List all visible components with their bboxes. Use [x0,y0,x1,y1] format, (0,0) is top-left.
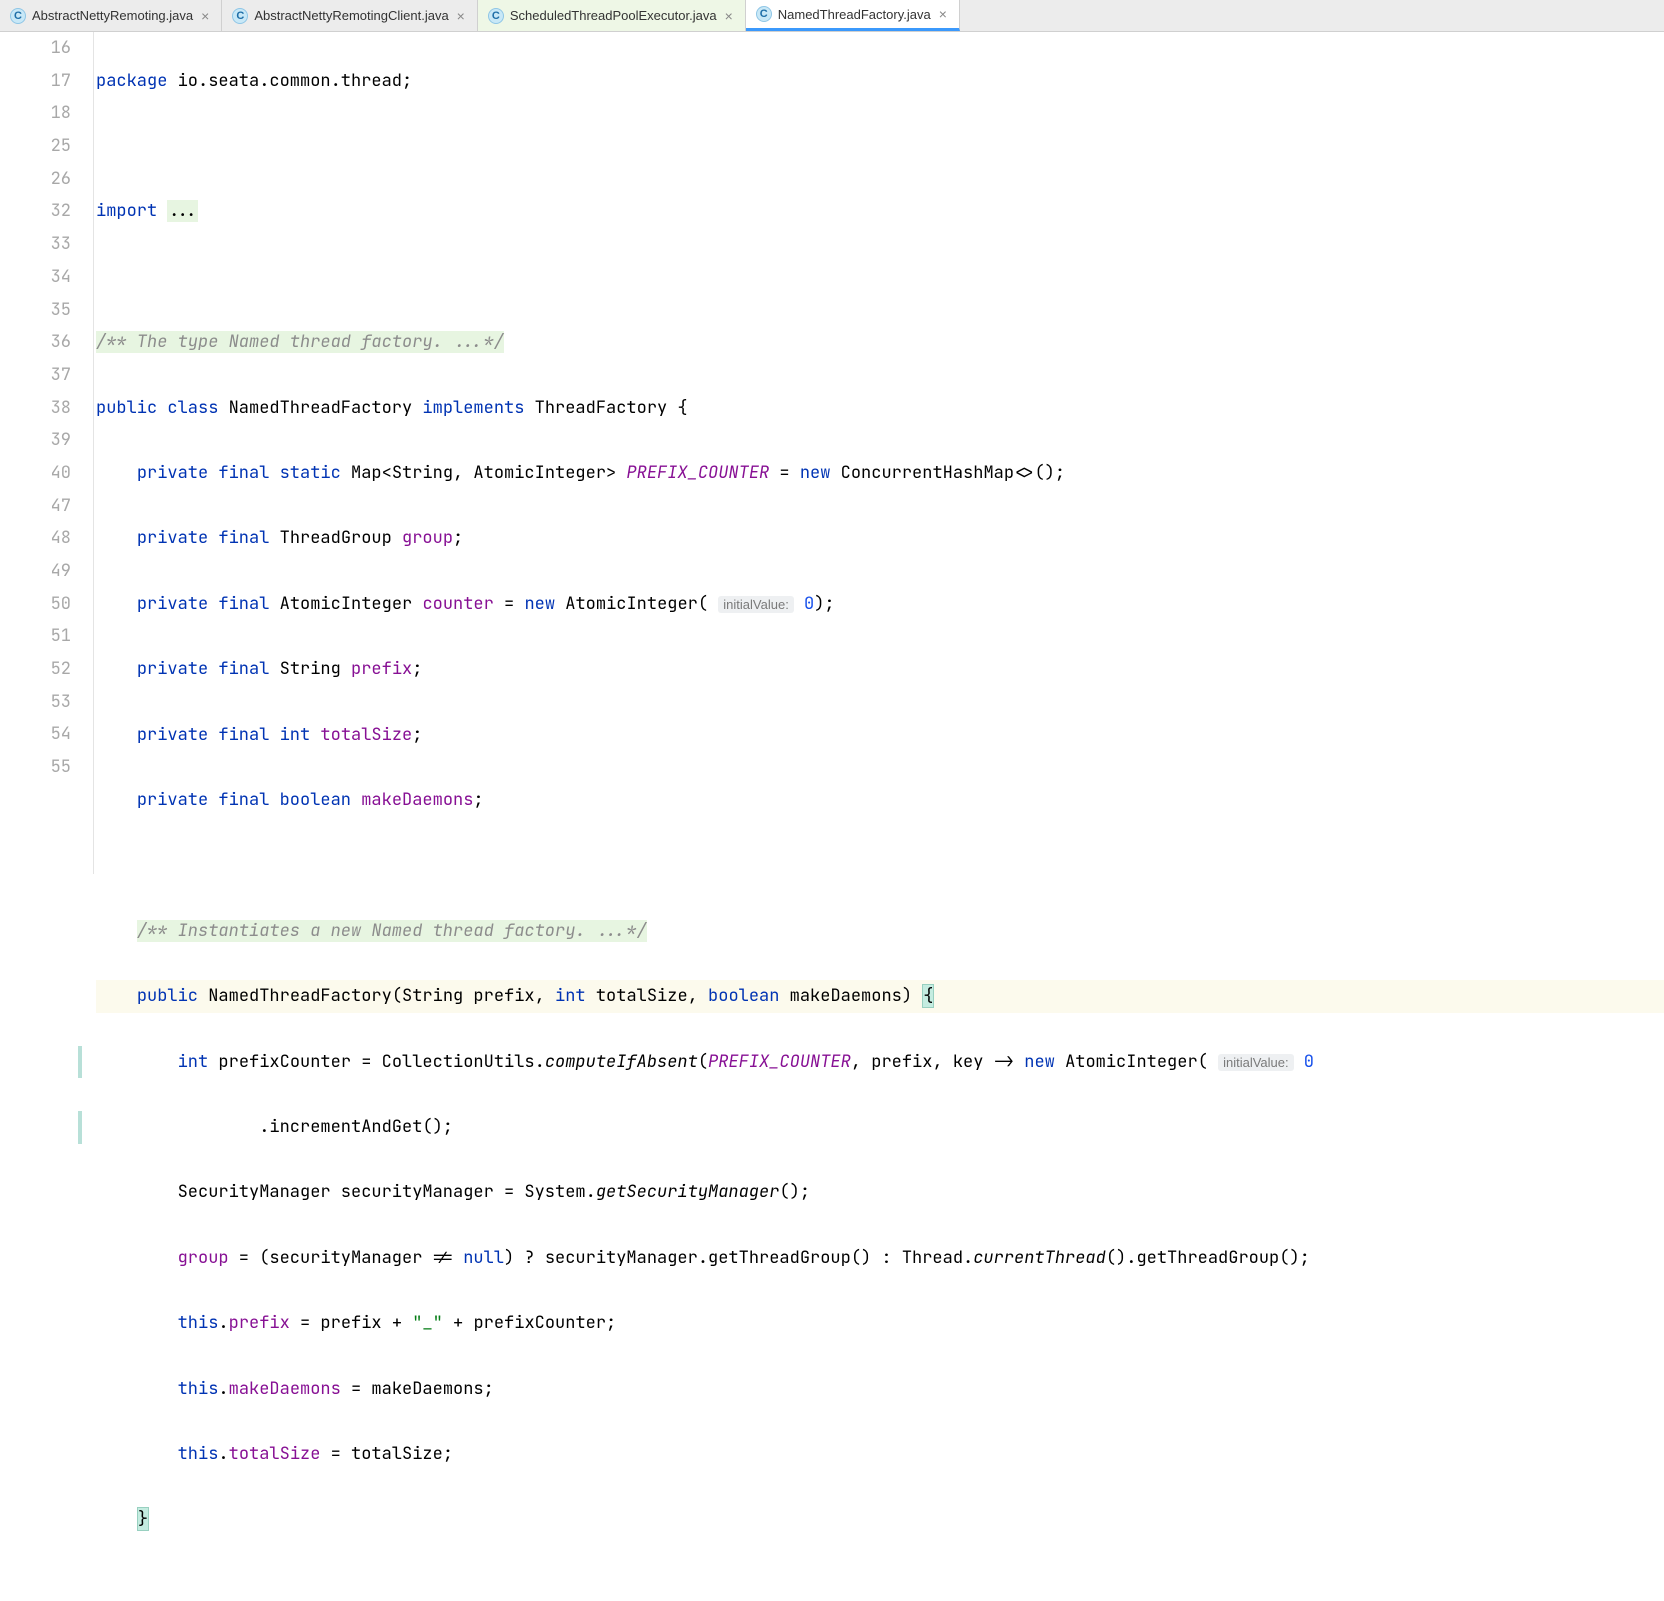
code-area[interactable]: package io.seata.common.thread; import .… [94,32,1664,874]
line-number: 18 [0,97,71,130]
code-line-current: public NamedThreadFactory(String prefix,… [96,980,1664,1013]
line-number: 55 [0,751,71,784]
line-number: 34 [0,261,71,294]
tab-3[interactable]: C NamedThreadFactory.java × [746,0,960,31]
close-icon[interactable]: × [455,8,467,24]
tab-2[interactable]: C ScheduledThreadPoolExecutor.java × [478,0,746,31]
code-line: public class NamedThreadFactory implemen… [96,392,1664,425]
line-number: 39 [0,424,71,457]
class-icon: C [10,8,26,24]
class-icon: C [488,8,504,24]
code-line: this.makeDaemons = makeDaemons; [96,1373,1664,1406]
line-number: 52 [0,653,71,686]
code-line: private final ThreadGroup group; [96,522,1664,555]
code-line: private final static Map<String, AtomicI… [96,457,1664,490]
tab-label: AbstractNettyRemoting.java [32,8,193,23]
code-line: import ... [96,195,1664,228]
editor-tabs: C AbstractNettyRemoting.java × C Abstrac… [0,0,1664,32]
line-number: 17 [0,65,71,98]
code-line [96,849,1664,882]
code-line: private final int totalSize; [96,719,1664,752]
code-line: private final String prefix; [96,653,1664,686]
line-number: 26 [0,163,71,196]
line-number: 49 [0,555,71,588]
code-editor[interactable]: 16 17 18 25 26 32 33 34 35 36 37 38 39 4… [0,32,1664,874]
line-number: 54 [0,718,71,751]
close-icon[interactable]: × [937,6,949,22]
line-number: 51 [0,620,71,653]
close-icon[interactable]: × [723,8,735,24]
line-number: 32 [0,195,71,228]
code-line: this.totalSize = totalSize; [96,1438,1664,1471]
code-line: /** Instantiates a new Named thread fact… [96,915,1664,948]
code-line: /** The type Named thread factory. ...*/ [96,326,1664,359]
line-number: 33 [0,228,71,261]
line-number: 38 [0,392,71,425]
line-number: 37 [0,359,71,392]
code-line: private final AtomicInteger counter = ne… [96,588,1664,621]
code-line [96,261,1664,294]
line-number: 48 [0,522,71,555]
code-line [96,130,1664,163]
close-icon[interactable]: × [199,8,211,24]
code-line: private final boolean makeDaemons; [96,784,1664,817]
line-number: 25 [0,130,71,163]
tab-0[interactable]: C AbstractNettyRemoting.java × [0,0,222,31]
line-number: 36 [0,326,71,359]
class-icon: C [756,6,772,22]
code-line: SecurityManager securityManager = System… [96,1176,1664,1209]
line-number: 40 [0,457,71,490]
code-line: int prefixCounter = CollectionUtils.comp… [96,1046,1664,1079]
line-number: 47 [0,490,71,523]
line-number: 53 [0,686,71,719]
tab-label: AbstractNettyRemotingClient.java [254,8,448,23]
tab-label: NamedThreadFactory.java [778,7,931,22]
code-line: } [96,1503,1664,1536]
code-line: .incrementAndGet(); [96,1111,1664,1144]
code-line: this.prefix = prefix + "_" + prefixCount… [96,1307,1664,1340]
line-number: 16 [0,32,71,65]
tab-1[interactable]: C AbstractNettyRemotingClient.java × [222,0,478,31]
tab-label: ScheduledThreadPoolExecutor.java [510,8,717,23]
line-number: 35 [0,294,71,327]
line-gutter: 16 17 18 25 26 32 33 34 35 36 37 38 39 4… [0,32,94,874]
class-icon: C [232,8,248,24]
code-line: package io.seata.common.thread; [96,65,1664,98]
line-number: 50 [0,588,71,621]
code-line: group = (securityManager != null) ? secu… [96,1242,1664,1275]
